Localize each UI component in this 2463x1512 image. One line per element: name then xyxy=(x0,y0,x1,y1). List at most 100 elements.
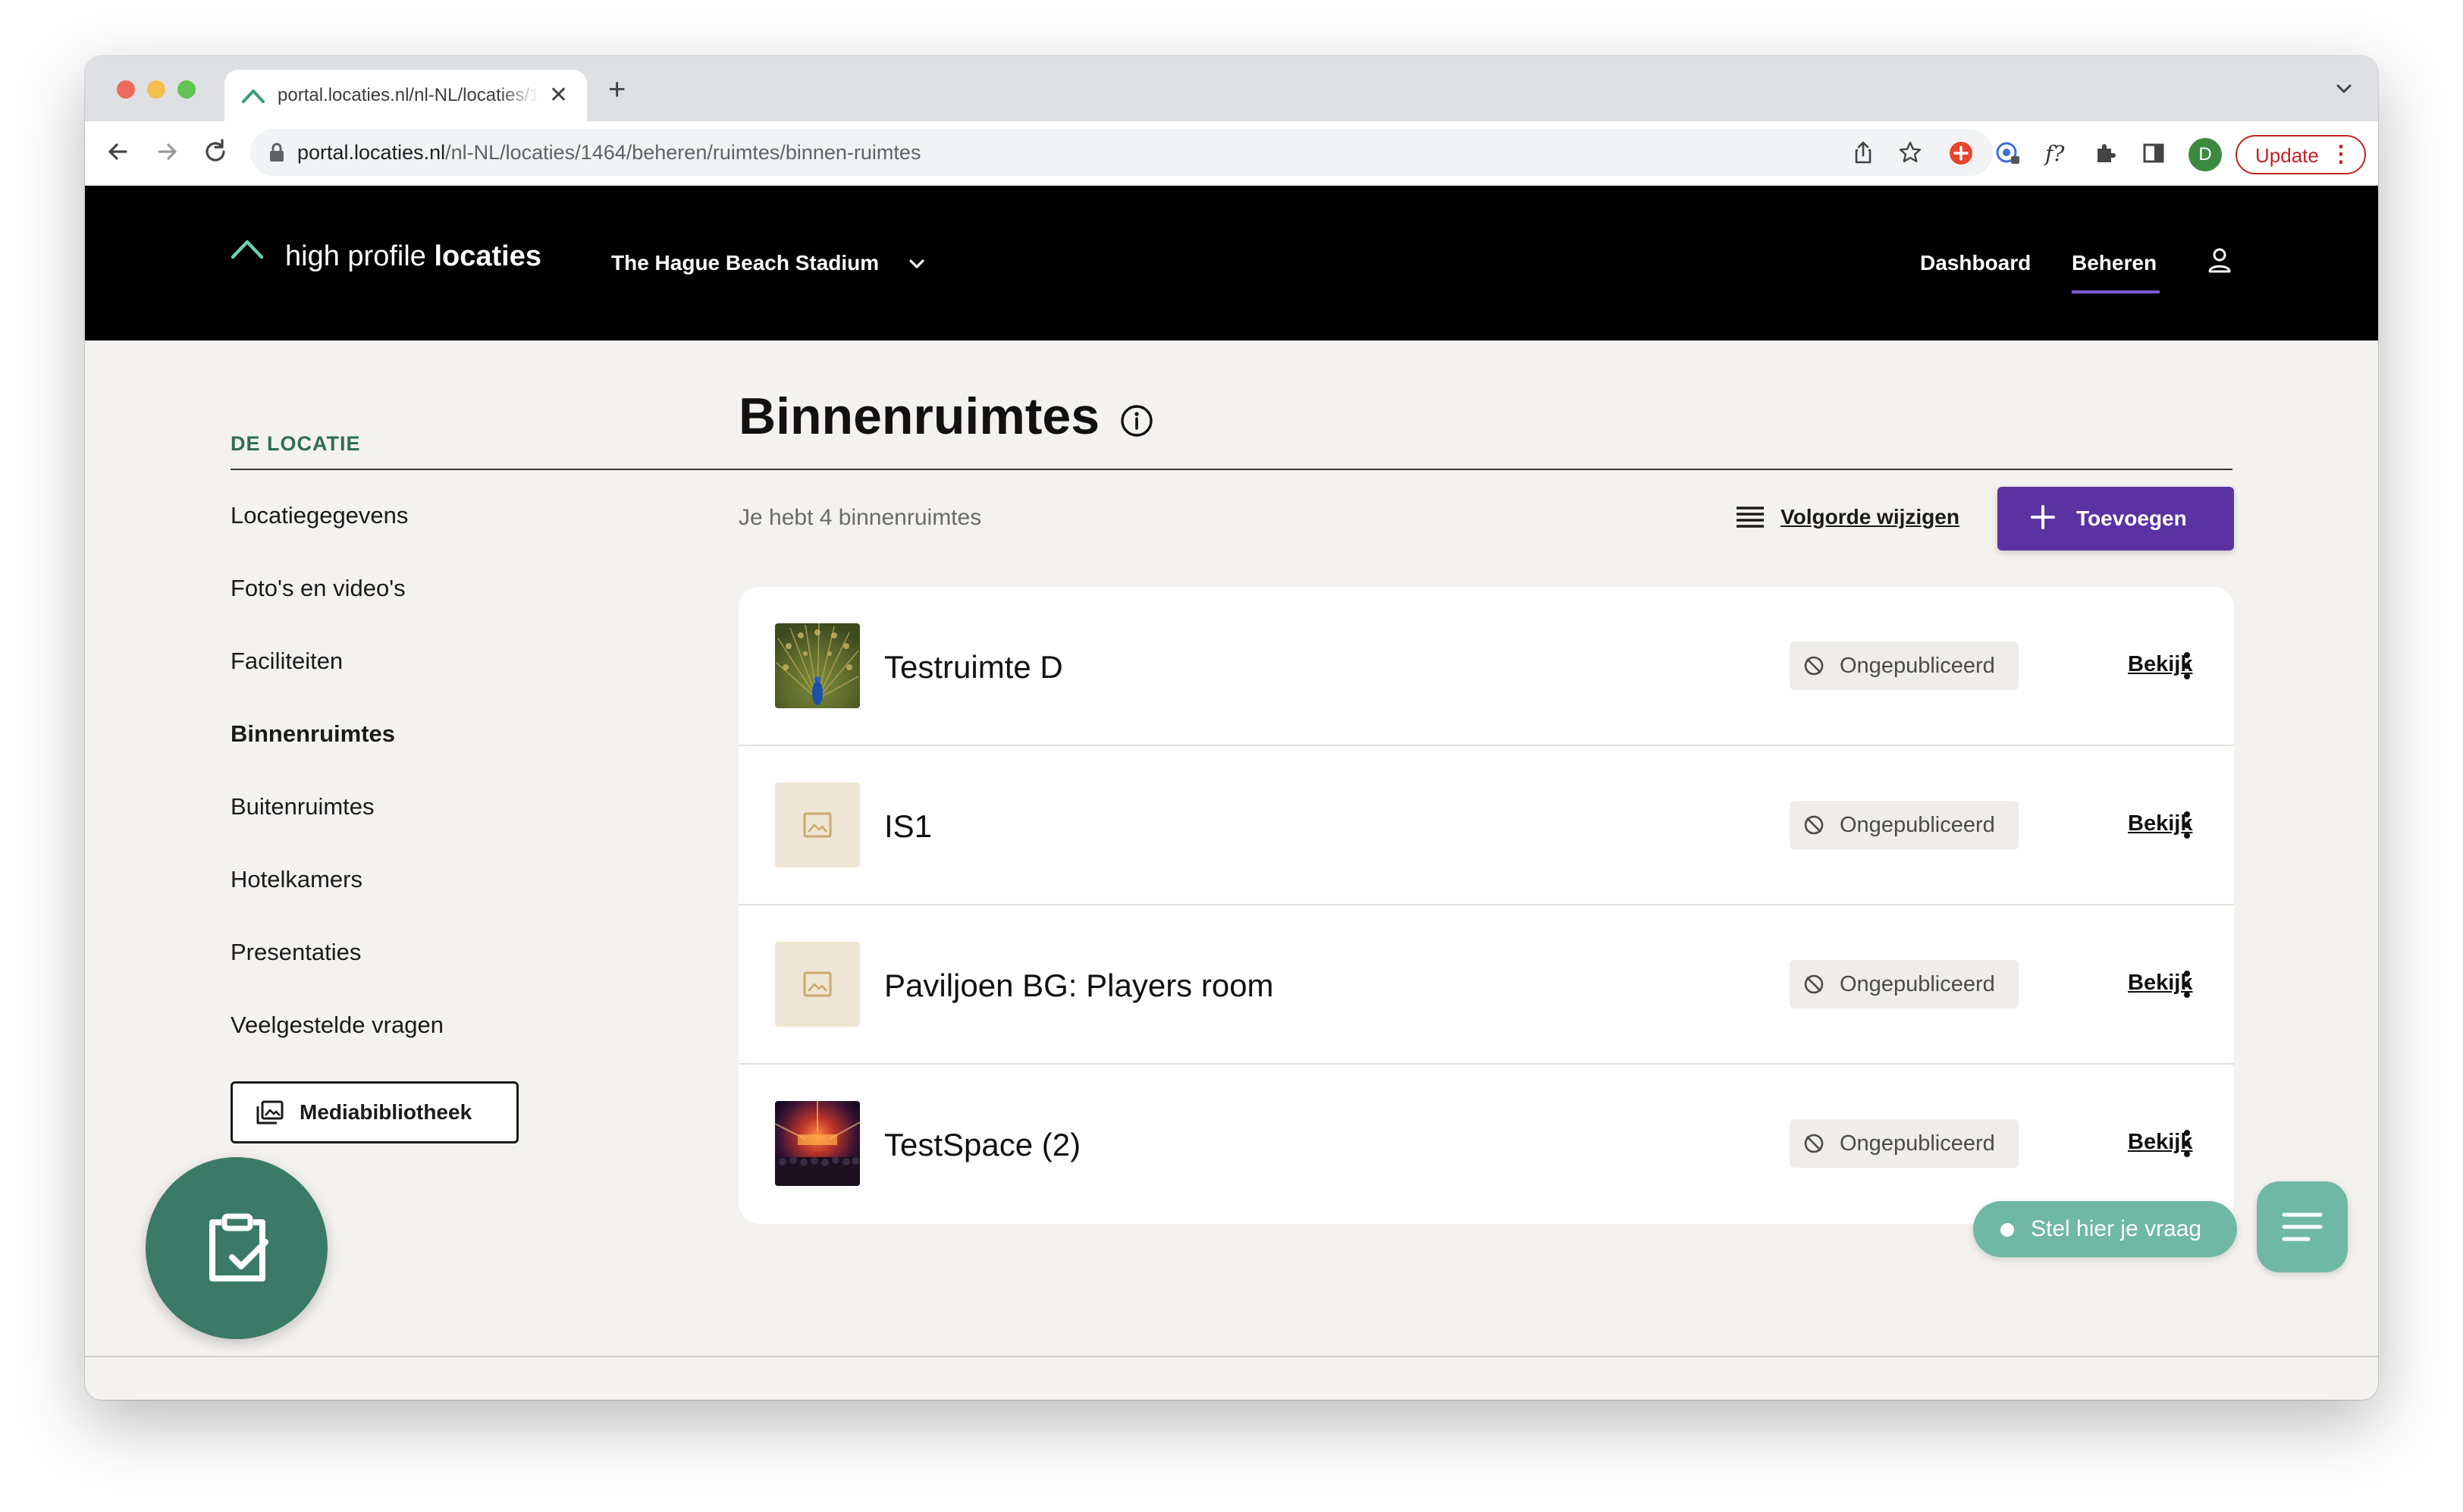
sidebar-item-faciliteiten[interactable]: Faciliteiten xyxy=(231,648,343,675)
reorder-button[interactable]: Volgorde wijzigen xyxy=(1735,503,1993,534)
room-thumbnail-concert xyxy=(775,1101,860,1186)
row-menu-button[interactable] xyxy=(2170,807,2204,843)
nav-dashboard[interactable]: Dashboard xyxy=(1920,251,2031,275)
sidebar-item-veelgestelde-vragen[interactable]: Veelgestelde vragen xyxy=(231,1012,444,1039)
share-icon[interactable] xyxy=(1850,140,1876,165)
address-bar[interactable]: portal.locaties.nl/nl-NL/locaties/1464/b… xyxy=(250,129,1993,176)
browser-window: portal.locaties.nl/nl-NL/locaties/1464/b… xyxy=(85,56,2378,1400)
chat-status-dot xyxy=(2000,1223,2014,1237)
chat-prompt-label: Stel hier je vraag xyxy=(2031,1216,2202,1241)
add-room-label: Toevoegen xyxy=(2076,507,2187,530)
more-vertical-icon xyxy=(2184,1130,2190,1157)
extensions-puzzle-icon[interactable] xyxy=(2091,140,2119,167)
chat-open-button[interactable] xyxy=(2257,1181,2348,1272)
image-placeholder-icon xyxy=(803,971,832,997)
chevron-down-icon[interactable] xyxy=(905,253,928,275)
browser-update-button[interactable]: Update ⋮ xyxy=(2236,135,2366,174)
room-name[interactable]: Testruimte D xyxy=(884,649,1063,685)
room-row[interactable]: TestSpace (2) Ongepubliceerd Bekijk xyxy=(739,1065,2234,1224)
update-label: Update xyxy=(2255,144,2319,167)
bookmark-star-icon[interactable] xyxy=(1897,140,1923,165)
sidebar-item-presentaties[interactable]: Presentaties xyxy=(231,939,361,966)
more-vertical-icon xyxy=(2184,652,2190,679)
row-menu-button[interactable] xyxy=(2170,966,2204,1002)
lock-icon xyxy=(270,143,284,162)
row-menu-button[interactable] xyxy=(2170,648,2204,684)
more-vertical-icon xyxy=(2184,811,2190,839)
sidebar-item-hotelkamers[interactable]: Hotelkamers xyxy=(231,866,362,893)
status-badge: Ongepubliceerd xyxy=(1790,1119,2019,1168)
image-placeholder-icon xyxy=(803,812,832,838)
user-account-icon[interactable] xyxy=(2207,246,2232,275)
tab-title: portal.locaties.nl/nl-NL/locaties/1464/b… xyxy=(278,85,538,105)
room-row[interactable]: IS1 Ongepubliceerd Bekijk xyxy=(739,746,2234,905)
media-library-button[interactable]: Mediabibliotheek xyxy=(231,1081,519,1143)
sidebar-item-locatiegegevens[interactable]: Locatiegegevens xyxy=(231,502,408,529)
room-name[interactable]: IS1 xyxy=(884,808,932,845)
footer-divider xyxy=(85,1356,2378,1357)
room-row[interactable]: Paviljoen BG: Players room Ongepubliceer… xyxy=(739,905,2234,1065)
unpublished-icon xyxy=(1804,656,1824,676)
add-room-button[interactable]: Toevoegen xyxy=(1997,487,2234,551)
chat-prompt-bubble[interactable]: Stel hier je vraag xyxy=(1973,1201,2237,1257)
status-label: Ongepubliceerd xyxy=(1840,1131,1995,1156)
side-panel-icon[interactable] xyxy=(2140,140,2167,167)
logo-bold-text: locaties xyxy=(434,240,541,272)
sidebar-item-buitenruimtes[interactable]: Buitenruimtes xyxy=(231,793,375,820)
room-count-text: Je hebt 4 binnenruimtes xyxy=(739,505,982,530)
info-icon[interactable] xyxy=(1119,403,1154,438)
room-thumbnail-placeholder xyxy=(775,783,860,867)
url-host: portal.locaties.nl xyxy=(297,141,446,164)
browser-menu-icon: ⋮ xyxy=(2330,142,2352,167)
url-path: /nl-NL/locaties/1464/beheren/ruimtes/bin… xyxy=(445,141,921,164)
brand-logo-icon[interactable] xyxy=(231,237,264,260)
nav-active-indicator xyxy=(2072,290,2160,293)
plus-icon xyxy=(2031,505,2055,529)
extension-function-icon[interactable]: f? xyxy=(2043,140,2070,167)
sidebar-item-fotos-videos[interactable]: Foto's en video's xyxy=(231,575,406,602)
venue-selector[interactable]: The Hague Beach Stadium xyxy=(611,251,879,275)
row-menu-button[interactable] xyxy=(2170,1125,2204,1162)
window-close-button[interactable] xyxy=(117,80,135,99)
nav-beheren[interactable]: Beheren xyxy=(2072,251,2157,275)
profile-avatar[interactable]: D xyxy=(2188,138,2222,171)
new-tab-button[interactable]: + xyxy=(608,74,626,105)
room-thumbnail-placeholder xyxy=(775,942,860,1027)
forward-arrow-icon[interactable] xyxy=(152,136,182,167)
room-list: Testruimte D Ongepubliceerd Bekijk IS1 O… xyxy=(739,587,2234,1224)
status-badge: Ongepubliceerd xyxy=(1790,960,2019,1009)
unpublished-icon xyxy=(1804,815,1824,835)
status-label: Ongepubliceerd xyxy=(1840,654,1995,678)
media-library-icon xyxy=(256,1100,284,1125)
browser-tab[interactable]: portal.locaties.nl/nl-NL/locaties/1464/b… xyxy=(224,70,587,121)
window-maximize-button[interactable] xyxy=(177,80,196,99)
room-name[interactable]: Paviljoen BG: Players room xyxy=(884,968,1274,1004)
tab-close-icon[interactable]: ✕ xyxy=(549,82,568,108)
url-text: portal.locaties.nl/nl-NL/locaties/1464/b… xyxy=(297,141,921,165)
back-arrow-icon[interactable] xyxy=(103,136,133,167)
room-row[interactable]: Testruimte D Ongepubliceerd Bekijk xyxy=(739,587,2234,746)
brand-logo-text[interactable]: high profile locaties xyxy=(285,240,541,273)
sidebar-item-binnenruimtes[interactable]: Binnenruimtes xyxy=(231,720,395,748)
room-name[interactable]: TestSpace (2) xyxy=(884,1127,1081,1163)
media-library-label: Mediabibliotheek xyxy=(300,1100,472,1124)
site-header: high profile locaties The Hague Beach St… xyxy=(85,186,2378,470)
sidebar-heading: DE LOCATIE xyxy=(231,432,361,455)
room-thumbnail-peacock xyxy=(775,623,860,708)
task-checklist-button[interactable] xyxy=(146,1157,328,1339)
tab-search-chevron-icon[interactable] xyxy=(2333,77,2355,100)
unpublished-icon xyxy=(1804,1134,1824,1153)
browser-toolbar: portal.locaties.nl/nl-NL/locaties/1464/b… xyxy=(85,121,2378,186)
reorder-label: Volgorde wijzigen xyxy=(1781,505,1959,529)
svg-text:f?: f? xyxy=(2044,141,2065,166)
reload-icon[interactable] xyxy=(200,136,231,167)
header-divider xyxy=(231,469,2232,470)
browser-tab-bar: portal.locaties.nl/nl-NL/locaties/1464/b… xyxy=(85,56,2378,121)
extension-password-icon[interactable] xyxy=(1994,140,2022,167)
extension-red-plus-icon[interactable] xyxy=(1947,140,1975,167)
status-badge: Ongepubliceerd xyxy=(1790,642,2019,690)
status-label: Ongepubliceerd xyxy=(1840,972,1995,996)
page-title: Binnenruimtes xyxy=(739,387,1100,445)
window-minimize-button[interactable] xyxy=(147,80,165,99)
logo-light-text: high profile xyxy=(285,240,435,272)
